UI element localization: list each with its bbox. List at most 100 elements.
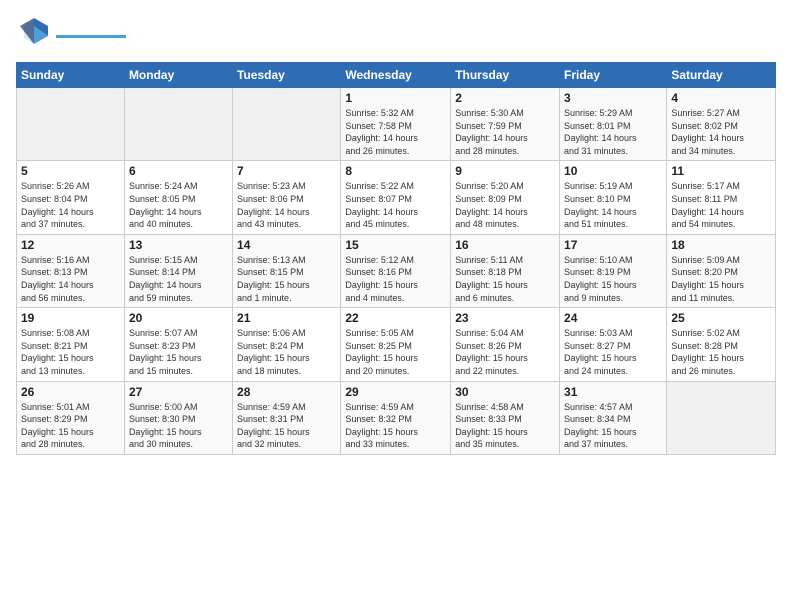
day-info: Sunrise: 5:26 AM Sunset: 8:04 PM Dayligh… [21,180,120,230]
calendar-cell: 8 Sunrise: 5:22 AM Sunset: 8:07 PM Daylig… [341,161,451,234]
calendar-cell: 16 Sunrise: 5:11 AM Sunset: 8:18 PM Dayli… [451,234,560,307]
logo-underline [56,35,126,38]
calendar-cell: 9 Sunrise: 5:20 AM Sunset: 8:09 PM Daylig… [451,161,560,234]
day-info: Sunrise: 5:16 AM Sunset: 8:13 PM Dayligh… [21,254,120,304]
calendar-cell: 4 Sunrise: 5:27 AM Sunset: 8:02 PM Daylig… [667,88,776,161]
col-header-wednesday: Wednesday [341,63,451,88]
calendar-week-3: 12 Sunrise: 5:16 AM Sunset: 8:13 PM Dayli… [17,234,776,307]
calendar-cell: 22Sunrise: 5:05 AM Sunset: 8:25 PM Dayli… [341,308,451,381]
day-number: 16 [455,238,555,252]
day-info: Sunrise: 5:24 AM Sunset: 8:05 PM Dayligh… [129,180,228,230]
day-number: 26 [21,385,120,399]
day-info: Sunrise: 5:00 AM Sunset: 8:30 PM Dayligh… [129,401,228,451]
calendar-cell: 29 Sunrise: 4:59 AM Sunset: 8:32 PM Dayli… [341,381,451,454]
day-info: Sunrise: 5:09 AM Sunset: 8:20 PM Dayligh… [671,254,771,304]
day-info: Sunrise: 5:15 AM Sunset: 8:14 PM Dayligh… [129,254,228,304]
calendar-cell: 27 Sunrise: 5:00 AM Sunset: 8:30 PM Dayli… [124,381,232,454]
col-header-friday: Friday [560,63,667,88]
day-number: 21 [237,311,336,325]
day-number: 9 [455,164,555,178]
day-info: Sunrise: 5:23 AM Sunset: 8:06 PM Dayligh… [237,180,336,230]
day-number: 17 [564,238,662,252]
calendar-header-row: SundayMondayTuesdayWednesdayThursdayFrid… [17,63,776,88]
logo-icon [16,16,54,54]
day-info: Sunrise: 4:58 AM Sunset: 8:33 PM Dayligh… [455,401,555,451]
calendar-cell: 30 Sunrise: 4:58 AM Sunset: 8:33 PM Dayli… [451,381,560,454]
day-info: Sunrise: 4:59 AM Sunset: 8:31 PM Dayligh… [237,401,336,451]
logo [16,16,126,54]
day-info: Sunrise: 5:29 AM Sunset: 8:01 PM Dayligh… [564,107,662,157]
calendar-cell: 23 Sunrise: 5:04 AM Sunset: 8:26 PM Dayli… [451,308,560,381]
day-number: 29 [345,385,446,399]
day-number: 19 [21,311,120,325]
day-info: Sunrise: 5:22 AM Sunset: 8:07 PM Dayligh… [345,180,446,230]
day-info: Sunrise: 5:07 AM Sunset: 8:23 PM Dayligh… [129,327,228,377]
day-info: Sunrise: 5:08 AM Sunset: 8:21 PM Dayligh… [21,327,120,377]
calendar-cell: 12 Sunrise: 5:16 AM Sunset: 8:13 PM Dayli… [17,234,125,307]
calendar-cell [17,88,125,161]
page: SundayMondayTuesdayWednesdayThursdayFrid… [0,0,792,463]
day-number: 3 [564,91,662,105]
day-number: 8 [345,164,446,178]
day-info: Sunrise: 5:20 AM Sunset: 8:09 PM Dayligh… [455,180,555,230]
day-number: 7 [237,164,336,178]
day-info: Sunrise: 5:30 AM Sunset: 7:59 PM Dayligh… [455,107,555,157]
day-info: Sunrise: 5:12 AM Sunset: 8:16 PM Dayligh… [345,254,446,304]
day-info: Sunrise: 4:57 AM Sunset: 8:34 PM Dayligh… [564,401,662,451]
day-info: Sunrise: 5:27 AM Sunset: 8:02 PM Dayligh… [671,107,771,157]
calendar-week-4: 19 Sunrise: 5:08 AM Sunset: 8:21 PM Dayli… [17,308,776,381]
day-number: 12 [21,238,120,252]
col-header-saturday: Saturday [667,63,776,88]
day-number: 4 [671,91,771,105]
col-header-tuesday: Tuesday [233,63,341,88]
calendar-cell: 11 Sunrise: 5:17 AM Sunset: 8:11 PM Dayli… [667,161,776,234]
calendar-cell: 31 Sunrise: 4:57 AM Sunset: 8:34 PM Dayli… [560,381,667,454]
calendar-cell: 13 Sunrise: 5:15 AM Sunset: 8:14 PM Dayli… [124,234,232,307]
day-info: Sunrise: 5:32 AM Sunset: 7:58 PM Dayligh… [345,107,446,157]
calendar-cell: 10 Sunrise: 5:19 AM Sunset: 8:10 PM Dayli… [560,161,667,234]
col-header-sunday: Sunday [17,63,125,88]
day-number: 22 [345,311,446,325]
day-number: 15 [345,238,446,252]
calendar-week-2: 5Sunrise: 5:26 AM Sunset: 8:04 PM Daylig… [17,161,776,234]
col-header-monday: Monday [124,63,232,88]
day-info: Sunrise: 5:11 AM Sunset: 8:18 PM Dayligh… [455,254,555,304]
calendar-cell: 20 Sunrise: 5:07 AM Sunset: 8:23 PM Dayli… [124,308,232,381]
calendar-cell: 28 Sunrise: 4:59 AM Sunset: 8:31 PM Dayli… [233,381,341,454]
day-number: 1 [345,91,446,105]
calendar-cell: 18 Sunrise: 5:09 AM Sunset: 8:20 PM Dayli… [667,234,776,307]
day-number: 28 [237,385,336,399]
day-number: 23 [455,311,555,325]
calendar-cell: 5Sunrise: 5:26 AM Sunset: 8:04 PM Daylig… [17,161,125,234]
calendar-table: SundayMondayTuesdayWednesdayThursdayFrid… [16,62,776,455]
day-info: Sunrise: 5:17 AM Sunset: 8:11 PM Dayligh… [671,180,771,230]
day-number: 14 [237,238,336,252]
day-info: Sunrise: 4:59 AM Sunset: 8:32 PM Dayligh… [345,401,446,451]
day-number: 31 [564,385,662,399]
day-number: 13 [129,238,228,252]
day-number: 25 [671,311,771,325]
day-info: Sunrise: 5:04 AM Sunset: 8:26 PM Dayligh… [455,327,555,377]
calendar-cell [667,381,776,454]
calendar-cell: 7 Sunrise: 5:23 AM Sunset: 8:06 PM Daylig… [233,161,341,234]
day-number: 20 [129,311,228,325]
day-info: Sunrise: 5:03 AM Sunset: 8:27 PM Dayligh… [564,327,662,377]
calendar-cell: 19 Sunrise: 5:08 AM Sunset: 8:21 PM Dayli… [17,308,125,381]
calendar-cell: 15 Sunrise: 5:12 AM Sunset: 8:16 PM Dayli… [341,234,451,307]
day-number: 18 [671,238,771,252]
calendar-cell: 1 Sunrise: 5:32 AM Sunset: 7:58 PM Daylig… [341,88,451,161]
day-info: Sunrise: 5:06 AM Sunset: 8:24 PM Dayligh… [237,327,336,377]
day-info: Sunrise: 5:19 AM Sunset: 8:10 PM Dayligh… [564,180,662,230]
day-number: 11 [671,164,771,178]
day-number: 10 [564,164,662,178]
calendar-cell: 26 Sunrise: 5:01 AM Sunset: 8:29 PM Dayli… [17,381,125,454]
day-number: 27 [129,385,228,399]
calendar-cell: 17Sunrise: 5:10 AM Sunset: 8:19 PM Dayli… [560,234,667,307]
calendar-week-1: 1 Sunrise: 5:32 AM Sunset: 7:58 PM Daylig… [17,88,776,161]
day-number: 30 [455,385,555,399]
day-info: Sunrise: 5:01 AM Sunset: 8:29 PM Dayligh… [21,401,120,451]
calendar-cell: 2Sunrise: 5:30 AM Sunset: 7:59 PM Daylig… [451,88,560,161]
col-header-thursday: Thursday [451,63,560,88]
calendar-cell [233,88,341,161]
day-number: 24 [564,311,662,325]
